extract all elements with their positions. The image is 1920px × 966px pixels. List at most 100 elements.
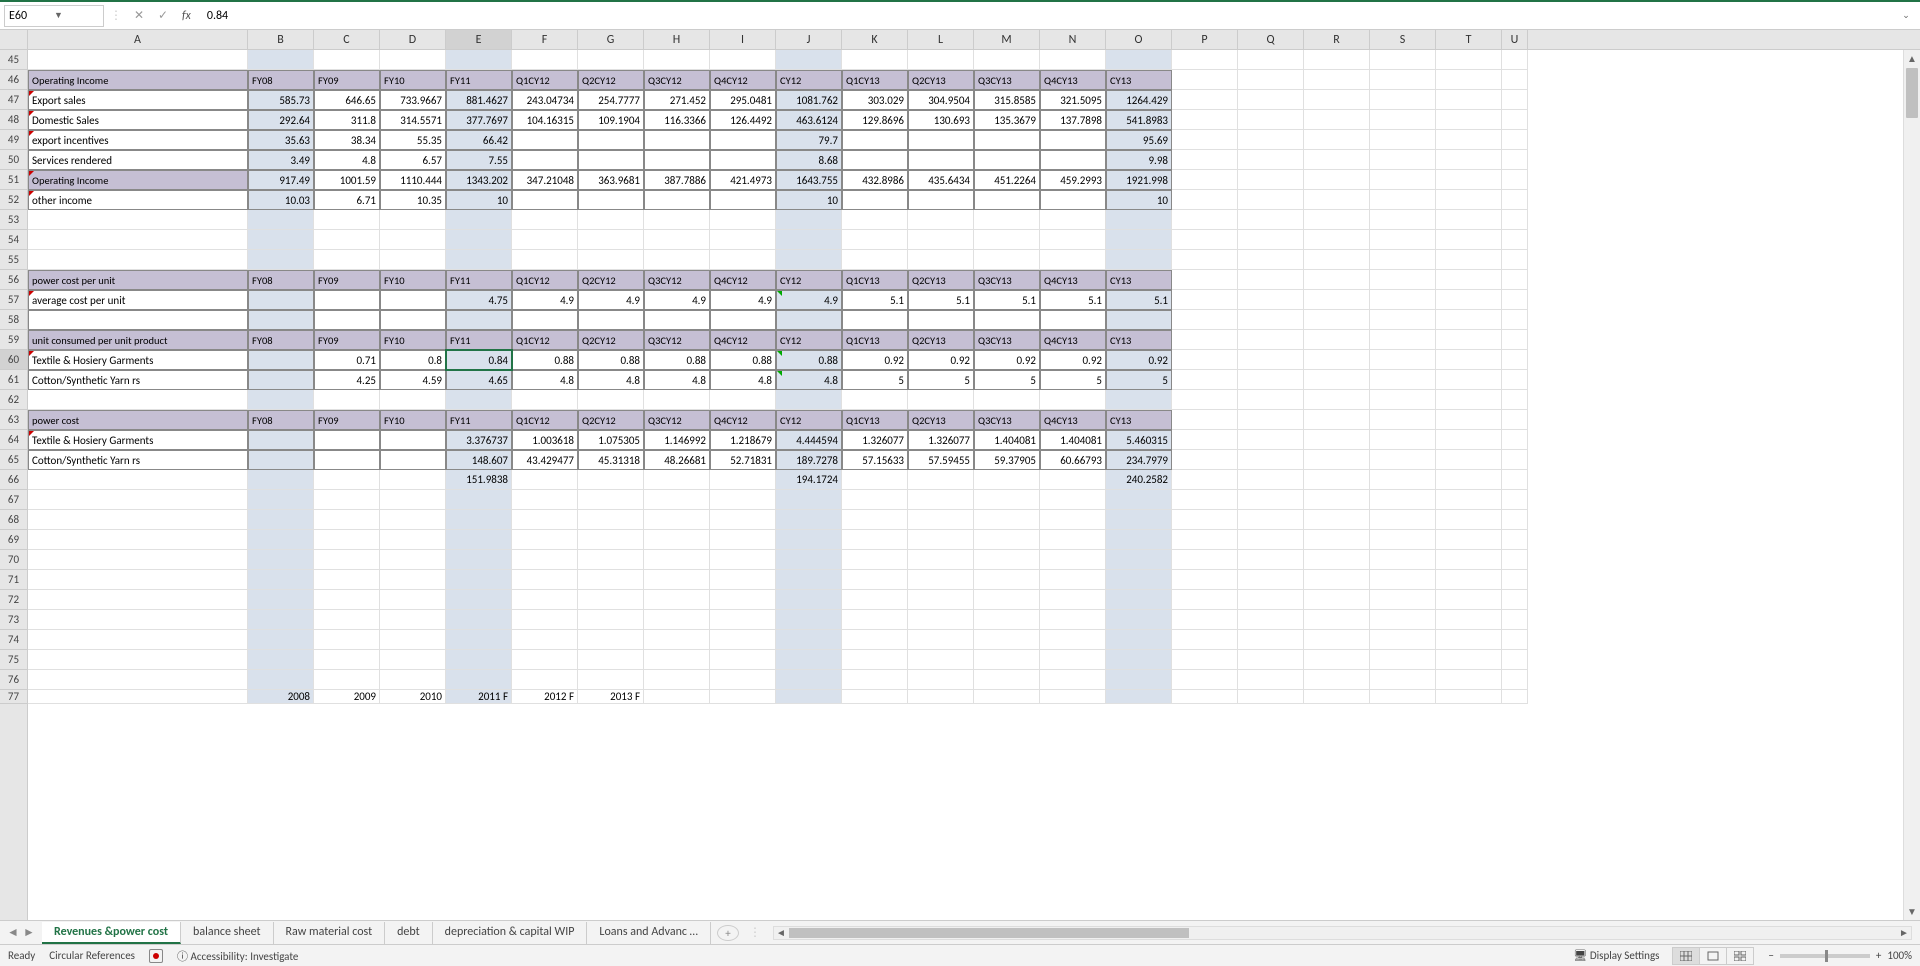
cell[interactable]: Q2CY12 (578, 270, 644, 290)
cell[interactable] (1172, 590, 1238, 610)
cell[interactable] (1370, 490, 1436, 510)
cell[interactable]: 189.7278 (776, 450, 842, 470)
display-settings-button[interactable]: 🖥 Display Settings (1573, 949, 1659, 962)
cell[interactable]: FY09 (314, 330, 380, 350)
cell[interactable] (1370, 250, 1436, 270)
cell[interactable] (248, 550, 314, 570)
cell[interactable] (776, 230, 842, 250)
cell[interactable]: 5.1 (1040, 290, 1106, 310)
cell[interactable]: Q4CY13 (1040, 70, 1106, 90)
cell[interactable] (512, 590, 578, 610)
cell[interactable]: 1.326077 (842, 430, 908, 450)
cell[interactable]: 0.92 (1106, 350, 1172, 370)
cell[interactable] (1040, 510, 1106, 530)
cell[interactable] (644, 690, 710, 704)
cell[interactable] (380, 590, 446, 610)
cell[interactable] (1370, 450, 1436, 470)
cell[interactable] (1106, 510, 1172, 530)
column-header[interactable]: Q (1238, 30, 1304, 49)
cell[interactable]: Q3CY13 (974, 70, 1040, 90)
cell[interactable]: Q3CY13 (974, 330, 1040, 350)
cell[interactable] (248, 210, 314, 230)
cell[interactable] (446, 510, 512, 530)
cell[interactable] (1238, 230, 1304, 250)
cell[interactable] (1304, 310, 1370, 330)
cell[interactable] (710, 550, 776, 570)
cell[interactable] (1502, 670, 1528, 690)
cell[interactable] (578, 650, 644, 670)
cell[interactable] (842, 230, 908, 250)
scroll-left-icon[interactable]: ◄ (774, 927, 788, 939)
cell[interactable]: FY08 (248, 410, 314, 430)
cell[interactable] (1304, 410, 1370, 430)
cell[interactable]: 0.8 (380, 350, 446, 370)
cell[interactable]: 5.1 (842, 290, 908, 310)
cell[interactable] (842, 470, 908, 490)
cell[interactable]: Cotton/Synthetic Yarn rs (28, 370, 248, 390)
cell[interactable] (842, 310, 908, 330)
row-header[interactable]: 74 (0, 630, 27, 650)
cell[interactable] (908, 150, 974, 170)
cell[interactable] (1436, 70, 1502, 90)
cell[interactable] (1238, 610, 1304, 630)
cell[interactable]: 38.34 (314, 130, 380, 150)
row-header[interactable]: 66 (0, 470, 27, 490)
cell[interactable]: 35.63 (248, 130, 314, 150)
cell[interactable]: 1001.59 (314, 170, 380, 190)
cell[interactable] (1370, 570, 1436, 590)
cell[interactable] (512, 510, 578, 530)
cell[interactable] (28, 210, 248, 230)
cell[interactable] (446, 210, 512, 230)
column-header[interactable]: M (974, 30, 1040, 49)
cell[interactable] (380, 530, 446, 550)
cell[interactable] (1370, 650, 1436, 670)
cell[interactable] (578, 310, 644, 330)
cell[interactable]: 243.04734 (512, 90, 578, 110)
cell[interactable] (1502, 270, 1528, 290)
cell[interactable] (974, 550, 1040, 570)
cell[interactable] (908, 670, 974, 690)
cell[interactable] (908, 470, 974, 490)
cell[interactable] (842, 590, 908, 610)
cell[interactable] (644, 150, 710, 170)
cell[interactable] (28, 390, 248, 410)
cell[interactable] (380, 430, 446, 450)
cell[interactable]: Q4CY13 (1040, 330, 1106, 350)
cell[interactable] (314, 610, 380, 630)
cell[interactable]: Cotton/Synthetic Yarn rs (28, 450, 248, 470)
cell[interactable] (512, 610, 578, 630)
cell[interactable]: 4.75 (446, 290, 512, 310)
cell[interactable] (842, 130, 908, 150)
cell[interactable] (1172, 630, 1238, 650)
cell[interactable] (974, 650, 1040, 670)
cell[interactable] (1238, 390, 1304, 410)
cell[interactable] (908, 550, 974, 570)
column-header[interactable]: G (578, 30, 644, 49)
cell[interactable] (1172, 430, 1238, 450)
cell[interactable]: 45.31318 (578, 450, 644, 470)
cell[interactable]: 5 (974, 370, 1040, 390)
row-header[interactable]: 58 (0, 310, 27, 330)
row-header[interactable]: 55 (0, 250, 27, 270)
column-header[interactable]: N (1040, 30, 1106, 49)
horizontal-scroll-thumb[interactable] (789, 928, 1189, 938)
cell[interactable] (578, 510, 644, 530)
cell[interactable] (512, 230, 578, 250)
cell[interactable] (1106, 390, 1172, 410)
cell[interactable]: CY12 (776, 270, 842, 290)
cell[interactable] (248, 570, 314, 590)
cell[interactable] (1172, 670, 1238, 690)
column-header[interactable]: D (380, 30, 446, 49)
sheet-tab[interactable]: Loans and Advanc … (587, 922, 711, 944)
cell[interactable] (446, 50, 512, 70)
cell[interactable] (512, 310, 578, 330)
cell[interactable] (1502, 410, 1528, 430)
cell[interactable] (1502, 290, 1528, 310)
cell[interactable] (1172, 270, 1238, 290)
cell[interactable] (974, 610, 1040, 630)
cell[interactable] (314, 430, 380, 450)
cell[interactable] (1370, 430, 1436, 450)
cell[interactable] (1370, 270, 1436, 290)
zoom-out-button[interactable]: − (1768, 949, 1773, 962)
cell[interactable]: Export sales (28, 90, 248, 110)
